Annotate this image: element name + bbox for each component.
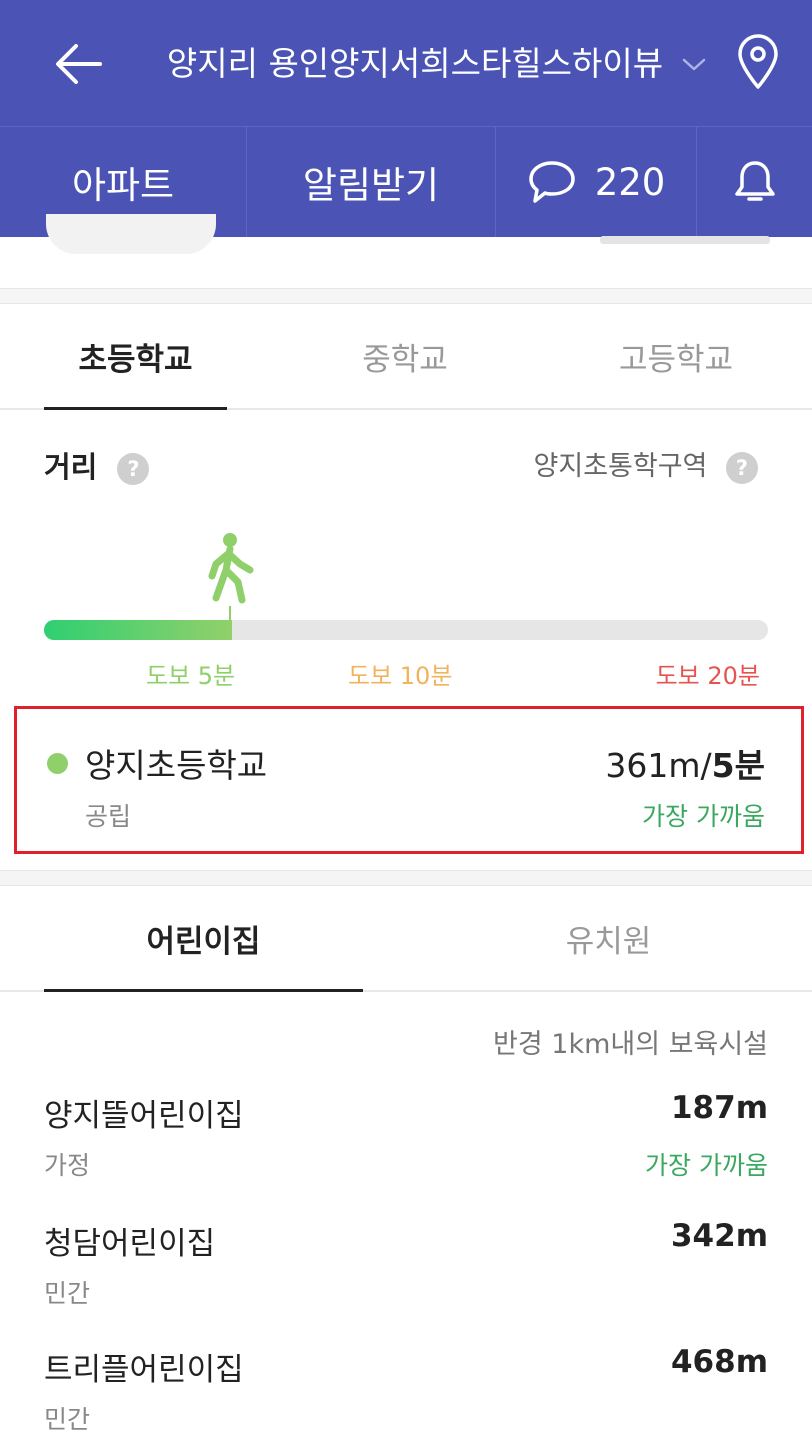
- comments-count: 220: [594, 160, 666, 204]
- help-icon[interactable]: ?: [117, 453, 150, 485]
- distance-heading: 거리 ?: [44, 444, 150, 486]
- map-pin-icon[interactable]: [736, 34, 780, 90]
- tick-5min: 도보 5분: [146, 662, 236, 690]
- tick-10min: 도보 10분: [348, 662, 453, 690]
- distance-label: 거리: [44, 450, 98, 484]
- notification-button[interactable]: [697, 127, 812, 237]
- page-title[interactable]: 양지리 용인양지서희스타힐스하이뷰: [150, 42, 680, 86]
- tab-kindergarten[interactable]: 유치원: [449, 886, 768, 990]
- school-type: 공립: [85, 802, 132, 831]
- bell-icon: [734, 161, 775, 201]
- walking-distance-bar: [44, 620, 768, 640]
- partial-chip: [46, 214, 216, 254]
- school-distance-meters: 361m/: [605, 746, 712, 785]
- nearest-school-card[interactable]: 양지초등학교 공립 361m/5분 가장 가까움: [14, 706, 804, 854]
- facility-name: 양지뜰어린이집: [44, 1098, 244, 1134]
- arrow-left-icon[interactable]: [52, 38, 104, 90]
- tab-middle[interactable]: 중학교: [315, 304, 495, 408]
- help-icon[interactable]: ?: [726, 451, 758, 484]
- childcare-tabs: 어린이집 유치원: [0, 886, 812, 992]
- active-tab-indicator: [44, 989, 363, 992]
- speech-bubble-icon: [528, 161, 575, 203]
- facility-distance: 468m: [670, 1344, 768, 1380]
- nearest-badge: 가장 가까움: [645, 1151, 768, 1180]
- alert-subscribe-button[interactable]: 알림받기: [247, 127, 495, 237]
- distance-marker: [229, 606, 231, 626]
- tab-high[interactable]: 고등학교: [586, 304, 766, 408]
- school-district-label: 양지초통학구역: [533, 451, 708, 482]
- tick-20min: 도보 20분: [655, 662, 760, 690]
- tab-daycare[interactable]: 어린이집: [44, 886, 363, 990]
- school-name: 양지초등학교: [85, 746, 268, 785]
- comments-button[interactable]: 220: [496, 127, 696, 237]
- section-divider: [0, 288, 812, 304]
- facility-name: 트리플어린이집: [44, 1352, 244, 1388]
- school-level-tabs: 초등학교 중학교 고등학교: [0, 304, 812, 410]
- tab-elementary[interactable]: 초등학교: [44, 304, 227, 408]
- active-tab-indicator: [44, 407, 227, 410]
- walking-person-icon: [208, 533, 254, 604]
- section-divider: [0, 870, 812, 886]
- nearest-badge: 가장 가까움: [642, 802, 765, 831]
- facility-type: 가정: [44, 1151, 91, 1180]
- facility-name: 청담어린이집: [44, 1226, 216, 1262]
- school-walk-time: 5분: [711, 746, 765, 785]
- facility-type: 민간: [44, 1405, 91, 1434]
- facility-distance: 187m: [670, 1090, 768, 1126]
- app-header: 양지리 용인양지서희스타힐스하이뷰: [0, 0, 812, 126]
- school-distance: 361m/5분: [605, 739, 765, 787]
- status-dot: [47, 753, 68, 774]
- facility-distance: 342m: [670, 1218, 768, 1254]
- facility-type: 민간: [44, 1279, 91, 1308]
- partial-text: [600, 236, 770, 244]
- district-label-wrap: 양지초통학구역 ?: [534, 444, 758, 484]
- walking-distance-fill: [44, 620, 233, 640]
- radius-note: 반경 1km내의 보육시설: [493, 1029, 768, 1060]
- chevron-down-icon[interactable]: [680, 50, 708, 78]
